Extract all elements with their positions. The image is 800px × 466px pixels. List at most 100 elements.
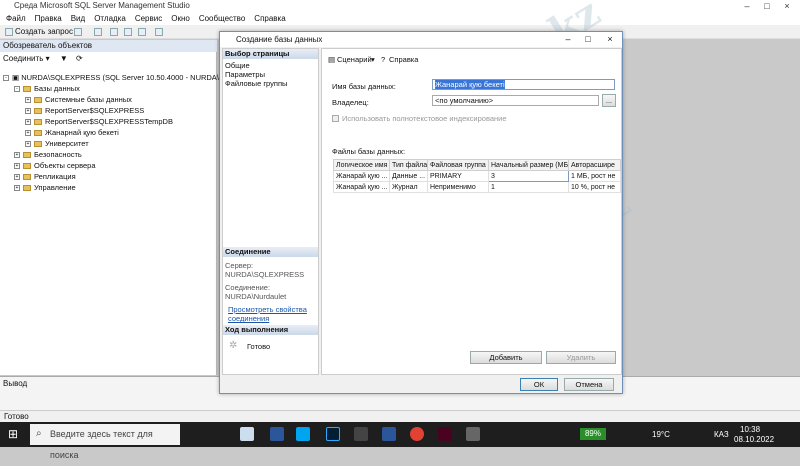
save-icon[interactable]: [124, 28, 132, 36]
save-all-icon[interactable]: [138, 28, 146, 36]
db-name-input[interactable]: Жанарай қую бекеті: [432, 79, 615, 90]
file-explorer-icon[interactable]: [354, 427, 368, 441]
owner-input[interactable]: <по умолчанию>: [432, 95, 599, 106]
battery-indicator[interactable]: 89%: [580, 428, 606, 440]
tree-node-db[interactable]: + ReportServer$SQLEXPRESS: [25, 105, 144, 116]
tree-node-system-dbs[interactable]: + Системные базы данных: [25, 94, 132, 105]
chevron-down-icon[interactable]: ▾: [46, 54, 50, 63]
expand-icon[interactable]: +: [14, 174, 20, 181]
filter-icon[interactable]: ▼: [60, 54, 68, 63]
expand-icon[interactable]: +: [25, 108, 31, 115]
expand-icon[interactable]: +: [25, 130, 31, 137]
db-icon[interactable]: [74, 28, 82, 36]
menu-window[interactable]: Окно: [171, 12, 190, 25]
browse-owner-button[interactable]: ...: [602, 94, 616, 107]
menu-view[interactable]: Вид: [71, 12, 85, 25]
menu-tools[interactable]: Сервис: [135, 12, 162, 25]
column-header[interactable]: Начальный размер (МБ): [488, 159, 569, 171]
task-view-icon[interactable]: [240, 427, 254, 441]
minimize-icon[interactable]: –: [738, 0, 756, 12]
folder-icon: [23, 152, 31, 159]
fulltext-checkbox[interactable]: [332, 115, 339, 122]
column-header[interactable]: Авторасшире: [568, 159, 621, 171]
object-explorer: Обозреватель объектов Соединить ▾ ▼ ⟳ - ▣…: [0, 40, 245, 375]
table-cell[interactable]: Жанарай қую ...: [333, 181, 390, 193]
expand-icon[interactable]: +: [14, 163, 20, 170]
column-header[interactable]: Тип файла: [389, 159, 428, 171]
menu-debug[interactable]: Отладка: [94, 12, 126, 25]
activity-monitor-icon[interactable]: [155, 28, 163, 36]
size-input[interactable]: 3: [488, 170, 569, 182]
tree-node-db[interactable]: + Университет: [25, 138, 89, 149]
table-row[interactable]: Жанарай қую ... Журнал Неприменимо 1 10 …: [333, 181, 621, 193]
chrome-icon[interactable]: [410, 427, 424, 441]
taskbar-search-input[interactable]: Введите здесь текст для поиска: [30, 424, 180, 460]
tree-node-databases[interactable]: - Базы данных: [14, 83, 80, 94]
tree-node-server-objects[interactable]: + Объекты сервера: [14, 160, 96, 171]
script-button[interactable]: Сценарий: [337, 55, 372, 64]
maximize-icon[interactable]: □: [758, 0, 776, 12]
windows-start-icon[interactable]: ⊞: [8, 427, 22, 441]
column-header[interactable]: Файловая группа: [427, 159, 489, 171]
collapse-icon[interactable]: -: [14, 86, 20, 93]
page-general[interactable]: Общие: [225, 61, 250, 70]
expand-icon[interactable]: +: [14, 185, 20, 192]
clock-time[interactable]: 10:38: [740, 425, 760, 434]
tree-node-replication[interactable]: + Репликация: [14, 171, 76, 182]
cancel-button[interactable]: Отмена: [564, 378, 614, 391]
ok-button[interactable]: ОК: [520, 378, 558, 391]
chevron-down-icon[interactable]: ▾: [371, 55, 375, 64]
table-cell[interactable]: 10 %, рост не: [568, 181, 621, 193]
table-cell[interactable]: Неприменимо: [427, 181, 489, 193]
expand-icon[interactable]: +: [14, 152, 20, 159]
photoshop-icon[interactable]: [326, 427, 340, 441]
word-icon[interactable]: [270, 427, 284, 441]
connect-button[interactable]: Соединить: [3, 54, 43, 63]
dialog-close-icon[interactable]: ×: [600, 32, 620, 47]
dialog-maximize-icon[interactable]: □: [578, 32, 598, 47]
app-icon[interactable]: [466, 427, 480, 441]
new-query-button[interactable]: Создать запрос: [4, 26, 73, 38]
expand-icon[interactable]: +: [25, 141, 31, 148]
view-connection-properties-link[interactable]: Просмотреть свойства: [228, 305, 307, 314]
collapse-icon[interactable]: -: [3, 75, 9, 82]
add-file-button[interactable]: Добавить: [470, 351, 542, 364]
close-icon[interactable]: ×: [778, 0, 796, 12]
tree-node-db[interactable]: + Жанарнай қую бекеті: [25, 127, 119, 138]
owner-label: Владелец:: [332, 98, 369, 107]
table-cell[interactable]: Жанарай қую ...: [333, 170, 390, 182]
column-header[interactable]: Логическое имя: [333, 159, 390, 171]
view-connection-properties-link-2[interactable]: соединения: [228, 314, 269, 323]
menu-edit[interactable]: Правка: [35, 12, 62, 25]
database-icon: [34, 130, 42, 137]
table-cell[interactable]: 1 МБ, рост не: [568, 170, 621, 182]
menu-file[interactable]: Файл: [6, 12, 26, 25]
menu-community[interactable]: Сообщество: [199, 12, 245, 25]
page-options[interactable]: Параметры: [225, 70, 265, 79]
language-indicator[interactable]: КАЗ: [714, 430, 729, 439]
tree-node-security[interactable]: + Безопасность: [14, 149, 82, 160]
table-cell[interactable]: Журнал: [389, 181, 428, 193]
refresh-icon[interactable]: ⟳: [76, 54, 83, 63]
tree-node-server[interactable]: - ▣ NURDA\SQLEXPRESS (SQL Server 10.50.40…: [3, 72, 245, 83]
size-input[interactable]: 1: [488, 181, 569, 193]
remove-file-button[interactable]: Удалить: [546, 351, 616, 364]
table-cell[interactable]: PRIMARY: [427, 170, 489, 182]
table-row[interactable]: Жанарай қую ... Данные ... PRIMARY 3 1 М…: [333, 170, 621, 182]
open-folder-icon[interactable]: [110, 28, 118, 36]
menu-help[interactable]: Справка: [254, 12, 285, 25]
new-file-icon[interactable]: [94, 28, 102, 36]
indesign-icon[interactable]: [438, 427, 452, 441]
weather-text[interactable]: 19°C: [652, 430, 670, 439]
tree-node-db[interactable]: + ReportServer$SQLEXPRESSTempDB: [25, 116, 173, 127]
table-cell[interactable]: Данные ...: [389, 170, 428, 182]
word-icon-2[interactable]: [382, 427, 396, 441]
page-filegroups[interactable]: Файловые группы: [225, 79, 287, 88]
clock-date[interactable]: 08.10.2022: [734, 435, 774, 444]
tree-node-management[interactable]: + Управление: [14, 182, 76, 193]
expand-icon[interactable]: +: [25, 97, 31, 104]
store-icon[interactable]: [296, 427, 310, 441]
expand-icon[interactable]: +: [25, 119, 31, 126]
help-button[interactable]: Справка: [389, 55, 418, 64]
dialog-minimize-icon[interactable]: –: [558, 32, 578, 47]
